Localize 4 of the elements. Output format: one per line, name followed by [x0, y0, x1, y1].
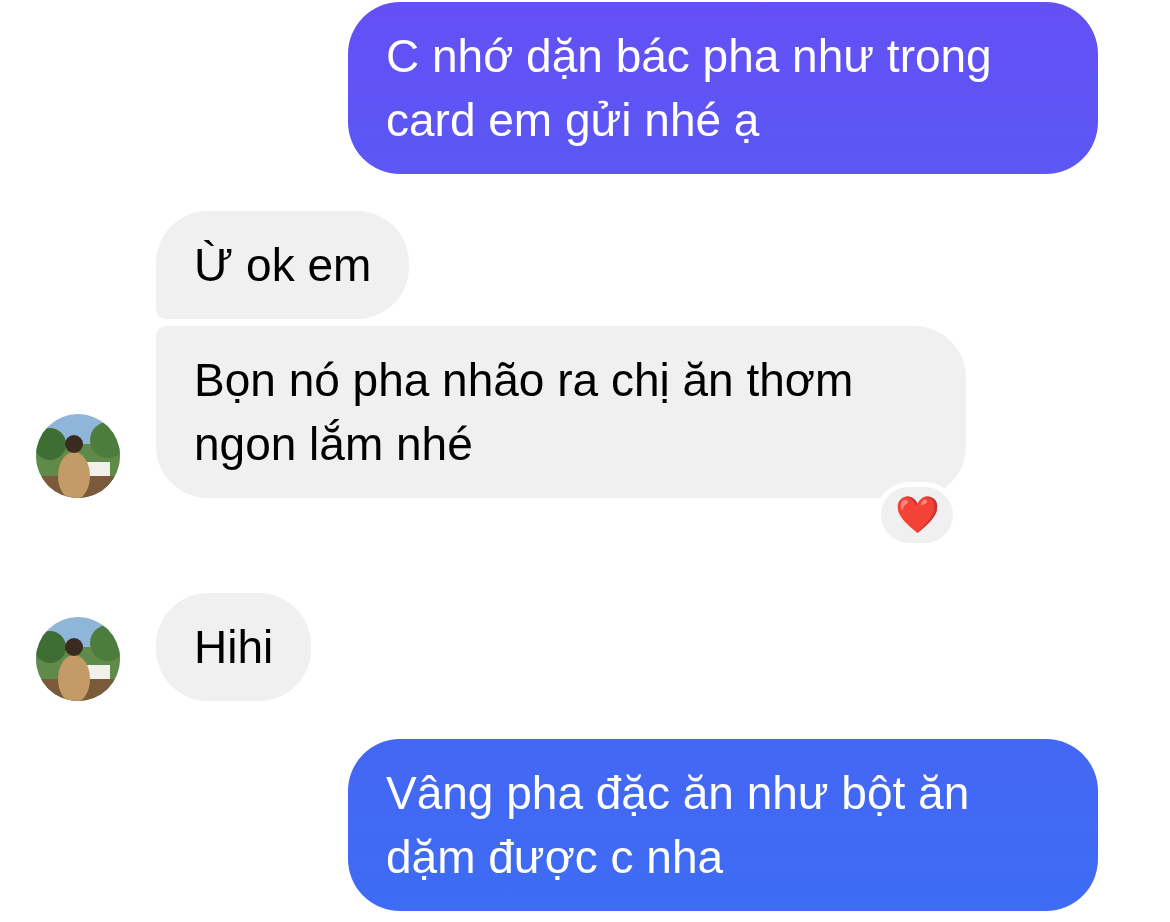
received-message: Hihi: [156, 593, 312, 701]
sent-message: C nhớ dặn bác pha như trong card em gửi nhé ạ: [348, 2, 1098, 174]
sent-message: Vâng pha đặc ăn như bột ăn dặm được c nha: [348, 739, 1098, 911]
received-message: Ừ ok em: [156, 211, 410, 319]
